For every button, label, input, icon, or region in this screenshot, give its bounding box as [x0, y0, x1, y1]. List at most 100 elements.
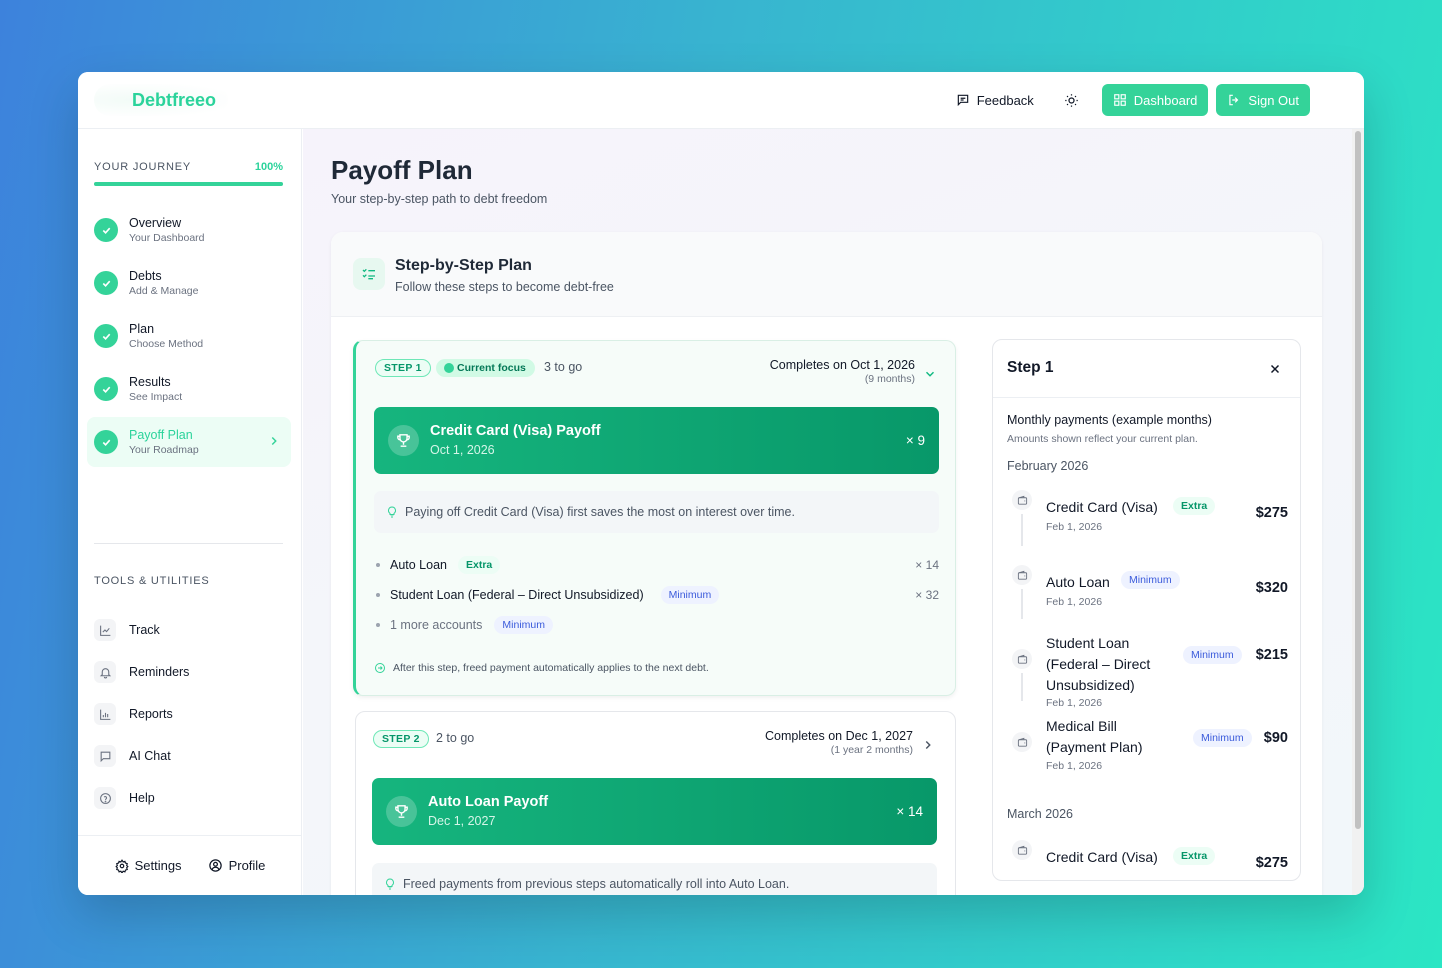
tool-label: Reminders — [129, 665, 190, 679]
payment-name: Student Loan (Federal – Direct Unsubsidi… — [1046, 635, 1151, 693]
page-title: Payoff Plan — [331, 155, 473, 185]
sidebar-item-track[interactable]: Track — [94, 609, 283, 651]
step-2-panel[interactable]: STEP 2 2 to go Completes on Dec 1, 2027 … — [355, 711, 956, 895]
step-pill: STEP 1 — [375, 359, 431, 377]
lightbulb-icon — [388, 506, 396, 518]
sidebar-item-payoff-plan[interactable]: Payoff Plan Your Roadmap — [87, 417, 291, 467]
wallet-icon — [1012, 490, 1032, 510]
payment-amount: $320 — [1255, 580, 1288, 596]
completion-date: Completes on Oct 1, 2026 — [769, 358, 915, 372]
settings-button[interactable]: Settings — [114, 858, 182, 873]
feedback-label: Feedback — [976, 92, 1034, 108]
sign-out-button[interactable]: Sign Out — [1216, 84, 1310, 116]
after-step-text: After this step, freed payment automatic… — [393, 662, 709, 674]
month-label: March 2026 — [1007, 807, 1074, 821]
sidebar-item-subtitle: Your Dashboard — [129, 232, 205, 244]
sidebar-item-help[interactable]: Help — [94, 777, 283, 819]
page-subtitle: Your step-by-step path to debt freedom — [331, 192, 548, 206]
trophy-icon — [386, 796, 417, 827]
sidebar-item-debts[interactable]: Debts Add & Manage — [87, 258, 291, 308]
sidebar-item-overview[interactable]: Overview Your Dashboard — [87, 205, 291, 255]
close-icon[interactable] — [1268, 362, 1282, 376]
list-check-icon — [353, 258, 385, 290]
sidebar-item-subtitle: Your Roadmap — [129, 444, 199, 456]
feedback-button[interactable]: Feedback — [948, 84, 1042, 116]
sidebar-item-subtitle: See Impact — [129, 391, 183, 403]
payment-date: Feb 1, 2026 — [1046, 596, 1103, 608]
extra-badge: Extra — [1173, 847, 1216, 865]
sidebar-item-title: Results — [129, 375, 171, 389]
arrow-circle-right-icon — [375, 663, 385, 673]
theme-toggle[interactable] — [1056, 84, 1088, 116]
chevron-right-icon — [271, 436, 277, 446]
tip-text: Paying off Credit Card (Visa) first save… — [405, 505, 795, 519]
steps-to-go: 2 to go — [436, 731, 475, 745]
sidebar-item-title: Debts — [129, 269, 162, 283]
minimum-badge: Minimum — [660, 586, 720, 604]
account-list: Auto Loan Extra × 14 Student Loan (Feder… — [374, 550, 939, 640]
sidebar: YOUR JOURNEY 100% Overview Your Dashboard… — [78, 129, 302, 895]
extra-badge: Extra — [458, 556, 501, 574]
minimum-badge: Minimum — [1121, 571, 1180, 589]
payoff-multiplier: × 9 — [905, 433, 925, 448]
payoff-date: Dec 1, 2027 — [428, 814, 496, 828]
completion-info: Completes on Oct 1, 2026 (9 months) — [770, 358, 915, 385]
payment-date: Feb 1, 2026 — [1046, 697, 1103, 709]
journey-percent: 100% — [254, 161, 283, 173]
brand-logo[interactable]: Debtfreeo — [94, 84, 229, 116]
monthly-payments-title: Monthly payments (example months) — [1007, 413, 1212, 427]
sidebar-item-title: Payoff Plan — [129, 428, 193, 442]
payoff-multiplier: × 14 — [896, 804, 923, 819]
top-bar: Debtfreeo Feedback Dashboard Sign Out — [78, 72, 1364, 129]
sidebar-item-plan[interactable]: Plan Choose Method — [87, 311, 291, 361]
tool-label: AI Chat — [129, 749, 171, 763]
payment-name: Credit Card (Visa) — [1046, 499, 1158, 515]
sidebar-item-reports[interactable]: Reports — [94, 693, 283, 735]
sidebar-item-title: Overview — [129, 216, 182, 230]
account-multiplier: × 14 — [915, 558, 939, 572]
detail-title: Step 1 — [1007, 359, 1054, 376]
payment-row: Credit Card (Visa) Extra Feb 1, 2026 $27… — [1007, 490, 1288, 552]
minimum-badge: Minimum — [1193, 729, 1252, 747]
tip-box: Paying off Credit Card (Visa) first save… — [374, 491, 939, 533]
sidebar-item-title: Plan — [129, 322, 155, 336]
timeline-line — [1021, 514, 1023, 546]
user-circle-icon — [208, 859, 222, 872]
tool-label: Reports — [129, 707, 173, 721]
minimum-badge: Minimum — [1183, 646, 1242, 664]
sidebar-item-results[interactable]: Results See Impact — [87, 364, 291, 414]
sidebar-item-reminders[interactable]: Reminders — [94, 651, 283, 693]
dashboard-button[interactable]: Dashboard — [1101, 84, 1209, 116]
chat-icon — [94, 745, 116, 767]
wallet-icon — [1012, 565, 1032, 585]
scrollbar-thumb[interactable] — [1355, 131, 1361, 829]
after-step-note: After this step, freed payment automatic… — [374, 662, 709, 674]
monthly-payments-note: Amounts shown reflect your current plan. — [1007, 433, 1198, 445]
completion-date: Completes on Dec 1, 2027 — [764, 729, 913, 743]
chevron-right-icon[interactable] — [921, 738, 935, 752]
timeline-line — [1021, 673, 1023, 701]
payment-amount: $275 — [1255, 855, 1288, 871]
bar-chart-icon — [94, 703, 116, 725]
scrollbar[interactable] — [1352, 129, 1364, 895]
list-item[interactable]: 1 more accounts Minimum — [374, 610, 939, 640]
bullet — [376, 593, 380, 597]
chevron-down-icon[interactable] — [923, 367, 937, 381]
top-nav: Feedback Dashboard Sign Out — [948, 84, 1310, 116]
tools-list: Track Reminders Reports AI Chat Help — [94, 609, 283, 819]
payment-date: Feb 1, 2026 — [1046, 521, 1103, 533]
month-label: February 2026 — [1007, 459, 1089, 473]
help-circle-icon — [94, 787, 116, 809]
journey-label: YOUR JOURNEY — [94, 161, 191, 173]
gear-icon — [114, 858, 129, 873]
profile-button[interactable]: Profile — [208, 858, 265, 873]
sidebar-item-ai-chat[interactable]: AI Chat — [94, 735, 283, 777]
sign-out-label: Sign Out — [1248, 92, 1299, 108]
step-1-panel[interactable]: STEP 1 Current focus 3 to go Completes o… — [353, 340, 956, 696]
logout-icon — [1229, 94, 1239, 106]
trophy-icon — [388, 425, 419, 456]
step-pill: STEP 2 — [373, 730, 429, 748]
plan-card-subtitle: Follow these steps to become debt-free — [395, 280, 614, 294]
minimum-badge: Minimum — [494, 616, 554, 634]
list-item: Student Loan (Federal – Direct Unsubsidi… — [374, 580, 939, 610]
